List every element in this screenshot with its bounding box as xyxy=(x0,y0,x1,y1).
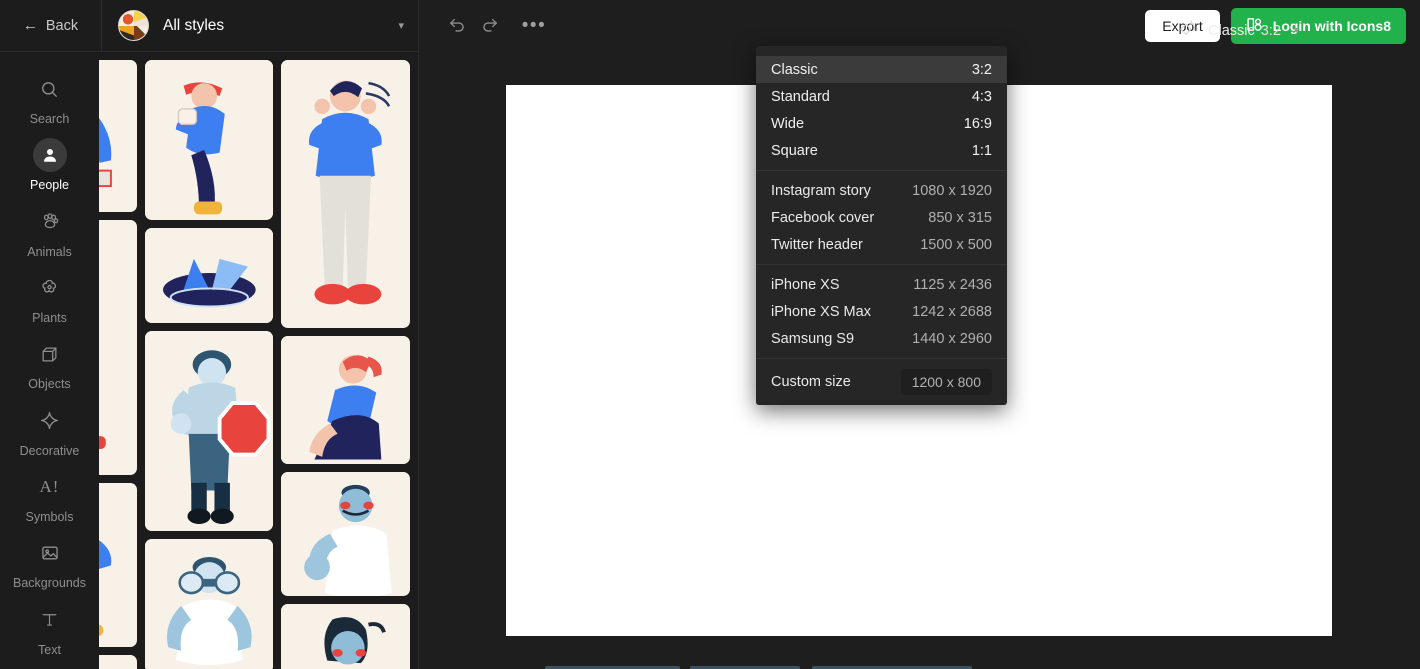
menu-item-label: iPhone XS xyxy=(771,276,840,293)
sidebar-item-label: Text xyxy=(38,642,61,657)
menu-item-value: 1125 x 2436 xyxy=(913,276,992,293)
menu-item-iphone-xs-max[interactable]: iPhone XS Max 1242 x 2688 xyxy=(756,298,1007,325)
menu-item-value: 3:2 xyxy=(971,61,992,78)
menu-item-label: iPhone XS Max xyxy=(771,303,871,320)
menu-section-device-sizes: iPhone XS 1125 x 2436 iPhone XS Max 1242… xyxy=(756,264,1007,358)
illustration-thumbnail[interactable] xyxy=(144,330,274,532)
menu-item-label: Facebook cover xyxy=(771,209,875,226)
category-sidebar: Search People Animals Plants Objects Dec… xyxy=(0,52,99,669)
paw-icon xyxy=(33,205,67,239)
menu-section-custom-size: Custom size 1200 x 800 xyxy=(756,358,1007,405)
redo-icon xyxy=(480,13,501,39)
sidebar-item-label: Search xyxy=(29,112,70,126)
sidebar-item-objects[interactable]: Objects xyxy=(0,337,99,403)
menu-item-value: 1080 x 1920 xyxy=(912,182,992,199)
illustration-thumbnail[interactable] xyxy=(281,60,410,328)
illustration-thumbnail[interactable] xyxy=(144,539,274,669)
sidebar-item-decorative[interactable]: Decorative xyxy=(0,404,99,470)
menu-item-standard[interactable]: Standard 4:3 xyxy=(756,83,1007,110)
sidebar-item-people[interactable]: People xyxy=(0,138,99,204)
illustration-thumbnail[interactable] xyxy=(144,227,274,323)
sidebar-item-text[interactable]: Text xyxy=(0,603,99,669)
more-options-button[interactable]: ••• xyxy=(517,9,551,43)
menu-item-value: 4:3 xyxy=(971,88,992,105)
menu-item-value: 1500 x 500 xyxy=(920,236,992,253)
illustration-thumbnail[interactable] xyxy=(281,603,410,669)
canvas-rotate-icon xyxy=(1180,19,1199,42)
sidebar-item-backgrounds[interactable]: Backgrounds xyxy=(0,536,99,602)
sidebar-item-animals[interactable]: Animals xyxy=(0,205,99,271)
chevron-down-icon: ▾ xyxy=(398,20,404,32)
aspect-ratio-value: 3:2 xyxy=(1260,22,1281,39)
menu-item-facebook-cover[interactable]: Facebook cover 850 x 315 xyxy=(756,204,1007,231)
text-icon xyxy=(33,603,67,637)
sidebar-item-label: Animals xyxy=(27,244,72,259)
menu-item-samsung-s9[interactable]: Samsung S9 1440 x 2960 xyxy=(756,325,1007,352)
back-button[interactable]: ← Back xyxy=(0,0,102,52)
editor-toolbar: ••• Classic 3:2 ▾ Export Login with Icon… xyxy=(419,0,1420,52)
sidebar-item-plants[interactable]: Plants xyxy=(0,271,99,337)
menu-item-instagram-story[interactable]: Instagram story 1080 x 1920 xyxy=(756,177,1007,204)
menu-item-label: Classic xyxy=(771,61,818,78)
menu-section-social-sizes: Instagram story 1080 x 1920 Facebook cov… xyxy=(756,170,1007,264)
redo-button[interactable] xyxy=(473,9,507,43)
custom-size-input[interactable]: 1200 x 800 xyxy=(900,369,992,395)
menu-item-value: 1440 x 2960 xyxy=(912,330,992,347)
arrow-left-icon: ← xyxy=(22,17,38,34)
sidebar-item-label: Backgrounds xyxy=(13,576,86,591)
undo-button[interactable] xyxy=(439,9,473,43)
image-icon xyxy=(33,536,67,570)
menu-item-label: Samsung S9 xyxy=(771,330,855,347)
menu-item-iphone-xs[interactable]: iPhone XS 1125 x 2436 xyxy=(756,271,1007,298)
app-root: ← Back All styles ▾ Search People Animal… xyxy=(0,0,1420,669)
menu-section-aspect-ratios: Classic 3:2 Standard 4:3 Wide 16:9 Squar… xyxy=(756,50,1007,170)
sidebar-item-label: Objects xyxy=(28,377,71,392)
menu-item-value: 16:9 xyxy=(963,115,992,132)
menu-item-label: Custom size xyxy=(771,374,851,390)
search-icon xyxy=(33,72,67,106)
illustration-thumbnail[interactable] xyxy=(281,335,410,465)
sidebar-item-symbols[interactable]: A! Symbols xyxy=(0,470,99,536)
left-panel-header: ← Back All styles ▾ xyxy=(0,0,418,52)
sidebar-item-search[interactable]: Search xyxy=(0,72,99,138)
more-horizontal-icon: ••• xyxy=(521,15,547,36)
menu-item-custom-size[interactable]: Custom size 1200 x 800 xyxy=(756,365,1007,399)
back-button-label: Back xyxy=(45,17,79,34)
style-avatar xyxy=(118,10,149,41)
aspect-ratio-menu: Classic 3:2 Standard 4:3 Wide 16:9 Squar… xyxy=(756,46,1007,405)
menu-item-wide[interactable]: Wide 16:9 xyxy=(756,110,1007,137)
sidebar-item-label: Symbols xyxy=(25,509,74,524)
aspect-ratio-name: Classic xyxy=(1208,22,1255,39)
sparkle-icon xyxy=(33,404,67,438)
aspect-ratio-selector[interactable]: Classic 3:2 ▾ xyxy=(1174,14,1305,47)
menu-item-label: Square xyxy=(771,142,818,159)
sidebar-item-label: Decorative xyxy=(19,443,80,458)
menu-item-label: Twitter header xyxy=(771,236,863,253)
undo-icon xyxy=(446,13,467,39)
chevron-down-icon: ▾ xyxy=(1293,25,1299,36)
menu-item-value: 1:1 xyxy=(971,142,992,159)
menu-item-value: 1242 x 2688 xyxy=(912,303,992,320)
flower-icon xyxy=(33,271,67,305)
sidebar-item-label: People xyxy=(30,178,69,193)
menu-item-label: Instagram story xyxy=(771,182,871,199)
menu-item-twitter-header[interactable]: Twitter header 1500 x 500 xyxy=(756,231,1007,258)
symbols-icon: A! xyxy=(39,476,60,496)
left-panel: ← Back All styles ▾ Search People Animal… xyxy=(0,0,419,669)
cube-icon xyxy=(33,337,67,371)
illustration-thumbnail[interactable] xyxy=(144,60,274,220)
person-icon xyxy=(32,138,67,173)
menu-item-square[interactable]: Square 1:1 xyxy=(756,137,1007,164)
sidebar-item-label: Plants xyxy=(32,310,67,325)
menu-item-value: 850 x 315 xyxy=(928,209,992,226)
style-selector[interactable]: All styles ▾ xyxy=(102,0,418,52)
menu-item-label: Standard xyxy=(771,88,830,105)
illustration-thumbnail[interactable] xyxy=(281,472,410,596)
menu-item-classic[interactable]: Classic 3:2 xyxy=(756,56,1007,83)
menu-item-label: Wide xyxy=(771,115,805,132)
style-selector-label: All styles xyxy=(163,16,225,34)
